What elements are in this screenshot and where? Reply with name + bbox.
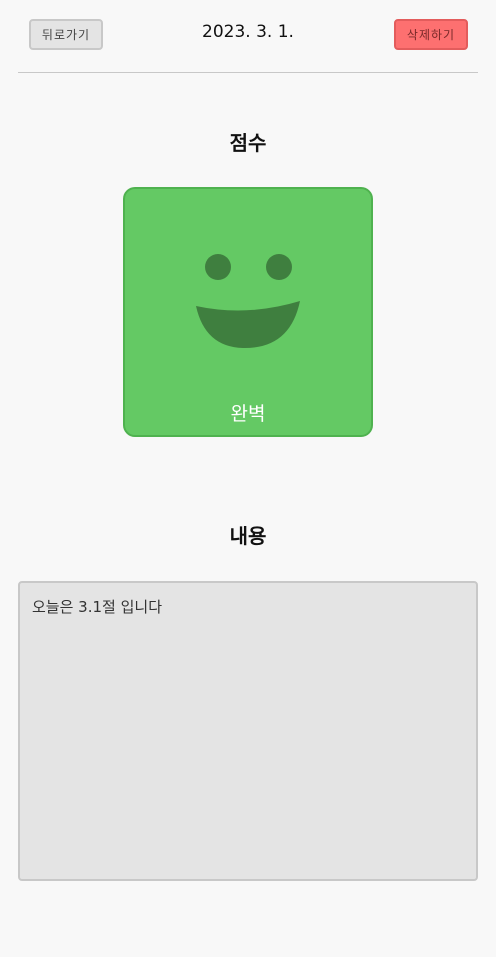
content-textarea[interactable]: 오늘은 3.1절 입니다 [18, 581, 478, 881]
score-label: 완벽 [230, 403, 266, 425]
header: 뒤로가기 2023. 3. 1. 삭제하기 [0, 0, 496, 72]
header-divider [18, 72, 478, 73]
score-card: 완벽 [123, 187, 373, 437]
smile-mouth [196, 301, 300, 349]
score-section-title: 점수 [229, 131, 267, 155]
left-eye [205, 254, 231, 280]
right-eye [266, 254, 292, 280]
content-section-title: 내용 [229, 524, 267, 548]
delete-button[interactable]: 삭제하기 [394, 19, 468, 50]
